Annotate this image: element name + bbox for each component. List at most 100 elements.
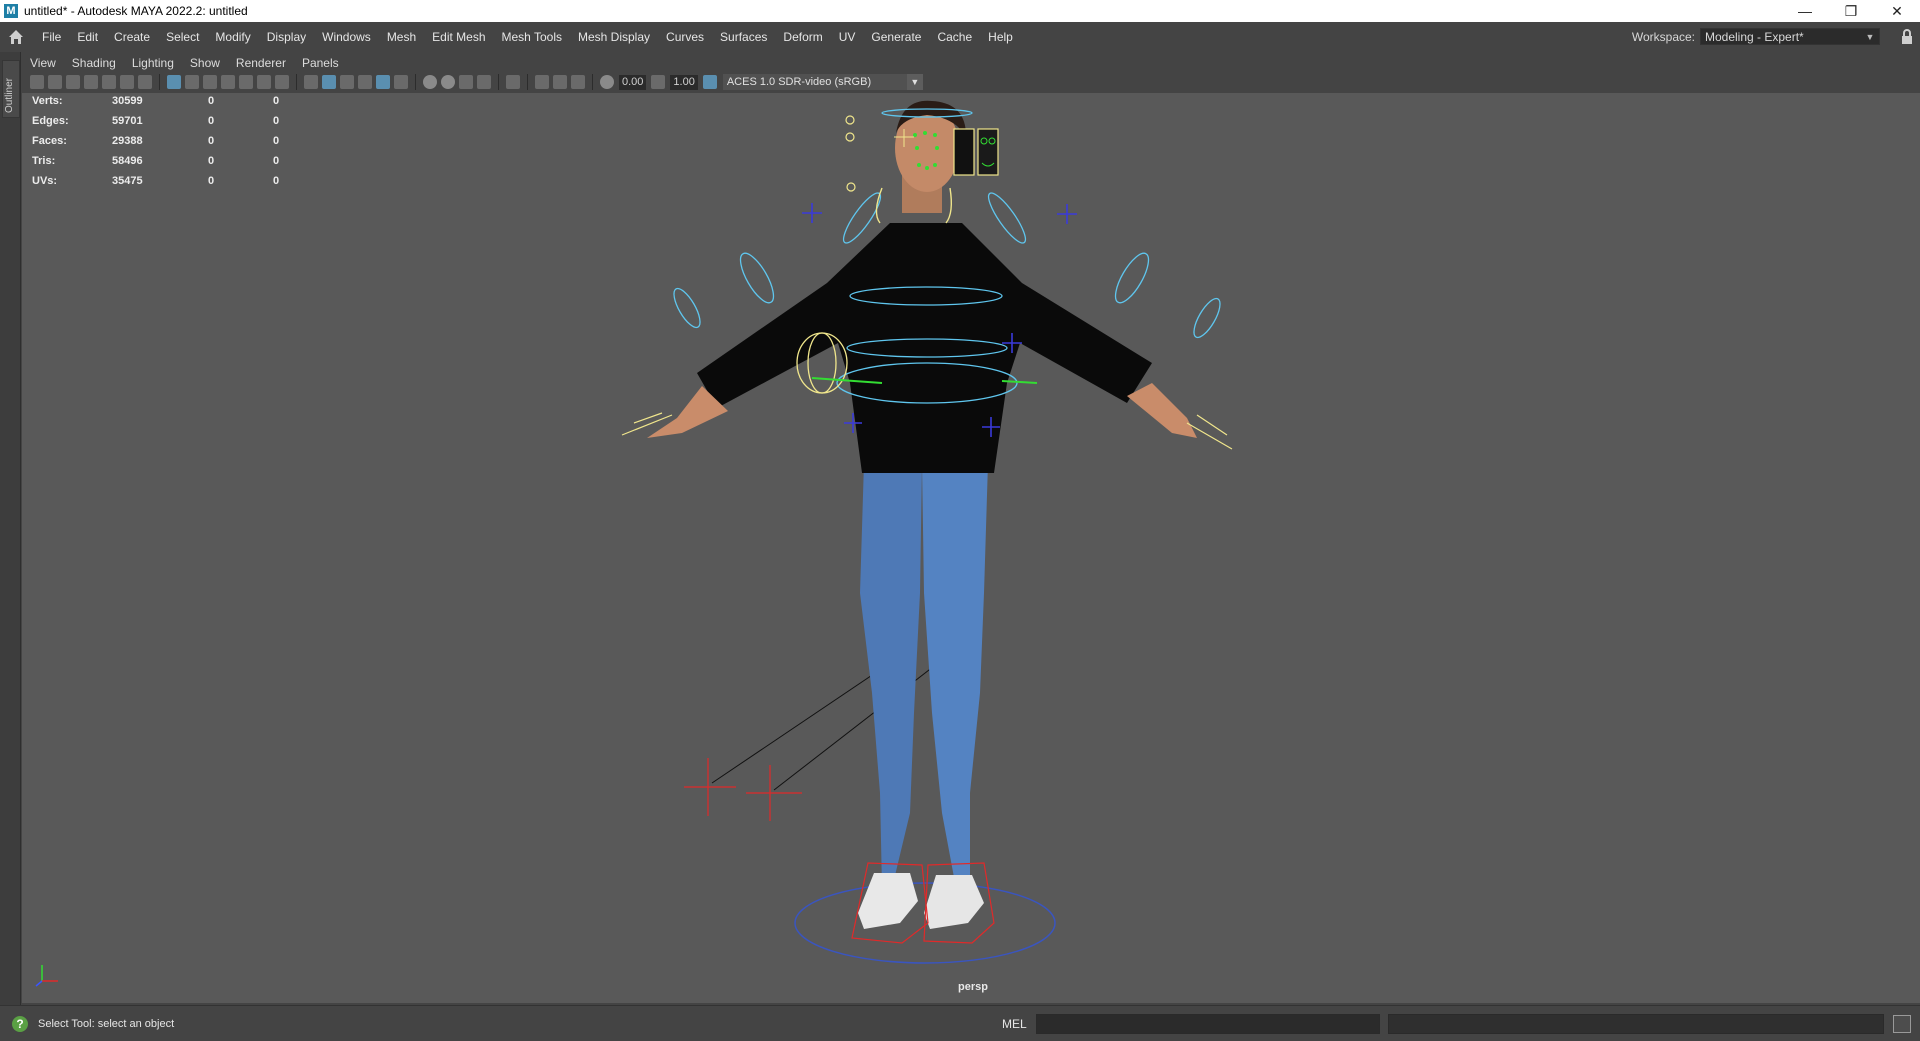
view-axis-gizmo <box>35 965 58 987</box>
panel-menu-lighting[interactable]: Lighting <box>124 56 182 70</box>
panel-menu-show[interactable]: Show <box>182 56 228 70</box>
hud-row-faces: Faces: 29388 0 0 <box>32 133 292 153</box>
hud-uv-selected: 0 <box>273 175 280 187</box>
hud-row-verts: Verts: 30599 0 0 <box>32 93 292 113</box>
menu-mesh[interactable]: Mesh <box>379 30 424 44</box>
menu-edit[interactable]: Edit <box>69 30 106 44</box>
menu-display[interactable]: Display <box>259 30 314 44</box>
menu-generate[interactable]: Generate <box>863 30 929 44</box>
hud-uv-selected: 0 <box>273 135 280 147</box>
shoe-left <box>858 873 918 929</box>
hand-right <box>1127 383 1197 438</box>
lock-icon[interactable] <box>1900 29 1914 45</box>
command-line-input[interactable] <box>1036 1014 1380 1034</box>
exposure-icon[interactable] <box>600 75 614 89</box>
wireframe-on-shaded-icon[interactable] <box>358 75 372 89</box>
script-editor-icon[interactable] <box>1893 1015 1911 1033</box>
gamma-icon[interactable] <box>651 75 666 89</box>
isolate-select-icon[interactable] <box>506 75 520 89</box>
menu-create[interactable]: Create <box>106 30 158 44</box>
hud-selected: 0 <box>208 115 215 127</box>
workspace-label: Workspace: <box>1631 29 1695 44</box>
film-gate-icon[interactable] <box>185 75 199 89</box>
outliner-tab-label: Outliner <box>4 77 15 113</box>
select-camera-icon[interactable] <box>30 75 44 89</box>
textured-icon[interactable] <box>376 75 390 89</box>
motion-blur-icon[interactable] <box>459 75 473 89</box>
home-icon[interactable] <box>6 27 26 47</box>
color-space-value: ACES 1.0 SDR-video (sRGB) <box>726 76 872 88</box>
toolbar-divider <box>527 74 528 90</box>
2d-pan-zoom-icon[interactable] <box>120 75 134 89</box>
bookmarks-icon[interactable] <box>66 75 80 89</box>
hud-selected: 0 <box>208 135 215 147</box>
xray-joints-icon[interactable] <box>571 75 585 89</box>
close-icon[interactable]: ✕ <box>1874 0 1920 22</box>
workspace-dropdown[interactable]: Modeling - Expert* ▼ <box>1700 28 1880 45</box>
scene-view[interactable] <box>22 93 1920 1003</box>
shadows-icon[interactable] <box>423 75 437 89</box>
hud-label: Verts: <box>32 95 63 107</box>
panel-menu-panels[interactable]: Panels <box>294 56 347 70</box>
exposure-field[interactable]: 0.00 <box>619 74 647 90</box>
knee-pole-control-left <box>684 758 736 816</box>
gamma-field[interactable]: 1.00 <box>670 74 698 90</box>
workspace-value: Modeling - Expert* <box>1705 29 1804 44</box>
menu-edit-mesh[interactable]: Edit Mesh <box>424 30 493 44</box>
help-icon[interactable]: ? <box>12 1016 28 1032</box>
image-plane-icon[interactable] <box>84 75 98 89</box>
menu-mesh-tools[interactable]: Mesh Tools <box>494 30 570 44</box>
restore-icon[interactable]: ❐ <box>1828 0 1874 22</box>
smooth-shade-icon[interactable] <box>322 75 336 89</box>
window-title: untitled* - Autodesk MAYA 2022.2: untitl… <box>24 4 248 18</box>
default-material-icon[interactable] <box>340 75 354 89</box>
xray-icon[interactable] <box>535 75 549 89</box>
hud-row-tris: Tris: 58496 0 0 <box>32 153 292 173</box>
minimize-icon[interactable]: — <box>1782 0 1828 22</box>
anti-aliasing-icon[interactable] <box>477 75 491 89</box>
grid-icon[interactable] <box>167 75 181 89</box>
panel-menu-renderer[interactable]: Renderer <box>228 56 294 70</box>
command-result-field <box>1388 1014 1884 1034</box>
ambient-occlusion-icon[interactable] <box>441 75 455 89</box>
field-chart-icon[interactable] <box>239 75 253 89</box>
camera-attributes-icon[interactable] <box>48 75 62 89</box>
menu-help[interactable]: Help <box>980 30 1021 44</box>
menu-file[interactable]: File <box>34 30 69 44</box>
menu-surfaces[interactable]: Surfaces <box>712 30 775 44</box>
clavicle-control-right <box>945 187 953 224</box>
wireframe-icon[interactable] <box>304 75 318 89</box>
gate-mask-icon[interactable] <box>221 75 235 89</box>
menu-mesh-display[interactable]: Mesh Display <box>570 30 658 44</box>
menu-deform[interactable]: Deform <box>775 30 830 44</box>
panel-menu-view[interactable]: View <box>22 56 64 70</box>
menu-uv[interactable]: UV <box>831 30 864 44</box>
camera-name-label: persp <box>958 981 988 993</box>
menu-curves[interactable]: Curves <box>658 30 712 44</box>
camera-lock-icon[interactable] <box>102 75 116 89</box>
grease-pencil-icon[interactable] <box>138 75 152 89</box>
panel-menu-shading[interactable]: Shading <box>64 56 124 70</box>
shoulder-control-right <box>987 192 1027 244</box>
menu-cache[interactable]: Cache <box>929 30 980 44</box>
main-menu-bar: File Edit Create Select Modify Display W… <box>0 22 1920 52</box>
command-language-toggle[interactable]: MEL <box>1002 1017 1027 1031</box>
sweater-torso <box>697 223 1152 473</box>
wrist-control-right <box>1193 297 1221 339</box>
menu-select[interactable]: Select <box>158 30 207 44</box>
outliner-tab[interactable]: Outliner <box>2 60 20 118</box>
color-space-dropdown[interactable]: ACES 1.0 SDR-video (sRGB) ▼ <box>722 74 923 90</box>
hud-row-edges: Edges: 59701 0 0 <box>32 113 292 133</box>
resolution-gate-icon[interactable] <box>203 75 217 89</box>
jeans-left-leg <box>860 463 922 888</box>
menu-windows[interactable]: Windows <box>314 30 379 44</box>
face-ui-panel <box>953 128 975 176</box>
knee-pole-line <box>711 662 891 784</box>
use-all-lights-icon[interactable] <box>394 75 408 89</box>
color-management-icon[interactable] <box>702 75 717 89</box>
xray-active-components-icon[interactable] <box>553 75 567 89</box>
viewport-persp[interactable]: Verts: 30599 0 0 Edges: 59701 0 0 Faces:… <box>22 93 1920 1003</box>
safe-action-icon[interactable] <box>257 75 271 89</box>
safe-title-icon[interactable] <box>275 75 289 89</box>
menu-modify[interactable]: Modify <box>207 30 258 44</box>
